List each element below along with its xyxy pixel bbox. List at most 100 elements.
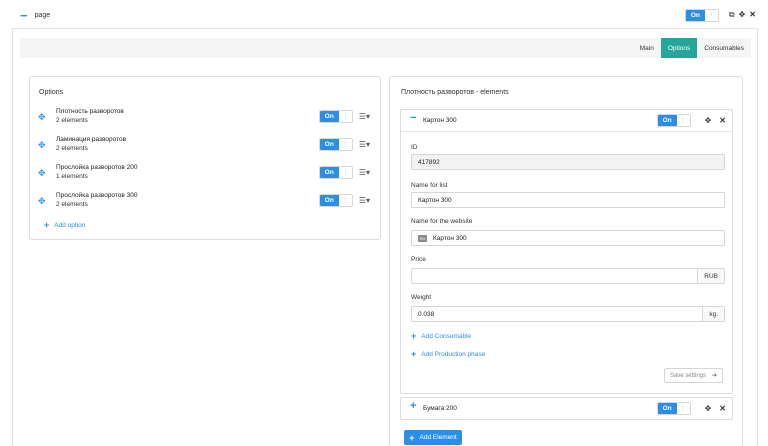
element-name: Картон 300 bbox=[423, 117, 457, 124]
drag-handle-icon[interactable]: ✥ bbox=[38, 112, 46, 123]
id-value: 417892 bbox=[418, 158, 440, 166]
close-icon[interactable]: ✕ bbox=[719, 116, 726, 125]
toggle-off-knob: ⋮ bbox=[676, 115, 690, 126]
toggle-on-label: On bbox=[319, 195, 339, 206]
menu-dropdown-icon[interactable]: ☰▾ bbox=[359, 140, 370, 149]
collapse-icon[interactable]: − bbox=[20, 9, 28, 22]
option-row[interactable]: ✥ Плотность разворотов 2 elements On ⋮ ☰… bbox=[38, 108, 370, 132]
option-row[interactable]: ✥ Прослойка разворотов 200 1 elements On… bbox=[38, 164, 370, 188]
name-for-list-input[interactable]: Картон 300 bbox=[411, 192, 725, 208]
toggle-on-label: On bbox=[657, 403, 677, 414]
name-for-website-input[interactable]: RU Картон 300 bbox=[411, 230, 725, 246]
drag-handle-icon[interactable]: ✥ bbox=[38, 140, 46, 151]
name-for-list-label: Name for list bbox=[411, 182, 448, 189]
language-flag-icon[interactable]: RU bbox=[418, 234, 427, 242]
tab-options[interactable]: Options bbox=[660, 38, 698, 58]
option-count: 2 elements bbox=[56, 117, 88, 124]
drag-handle-icon[interactable]: ✥ bbox=[38, 196, 46, 207]
name-for-website-label: Name for the website bbox=[411, 218, 473, 225]
option-name: Плотность разворотов bbox=[56, 108, 124, 115]
id-label: ID bbox=[411, 144, 418, 151]
page-title: page bbox=[34, 11, 51, 19]
add-production-phase-label: Add Production phase bbox=[421, 350, 486, 358]
weight-value: 0.038 bbox=[418, 310, 435, 318]
toggle-on-label: On bbox=[319, 111, 339, 122]
price-unit: RUB bbox=[697, 269, 724, 283]
menu-dropdown-icon[interactable]: ☰▾ bbox=[359, 112, 370, 121]
plus-icon: + bbox=[411, 331, 417, 341]
add-element-button[interactable]: + Add Element bbox=[404, 430, 462, 445]
price-input[interactable]: RUB bbox=[411, 268, 725, 284]
toggle-off-knob: ⋮ bbox=[338, 195, 352, 206]
element-card: − Картон 300 On ⋮ ✥ ✕ ID 417892 Name for… bbox=[400, 109, 733, 394]
add-production-phase-link[interactable]: + Add Production phase bbox=[411, 349, 485, 359]
option-toggle[interactable]: On ⋮ bbox=[318, 138, 353, 151]
plus-icon: + bbox=[411, 349, 417, 359]
toggle-off-knob: ⋮ bbox=[338, 167, 352, 178]
element-toggle[interactable]: On ⋮ bbox=[656, 402, 691, 415]
plus-icon: + bbox=[44, 220, 50, 230]
frame-right bbox=[757, 28, 758, 446]
collapse-icon[interactable]: − bbox=[410, 113, 416, 124]
option-toggle[interactable]: On ⋮ bbox=[318, 166, 353, 179]
move-icon[interactable]: ✥ bbox=[705, 116, 712, 125]
frame-left bbox=[12, 28, 13, 446]
option-name: Прослойка разворотов 300 bbox=[56, 192, 138, 199]
toggle-off-knob: ⋮ bbox=[338, 139, 352, 150]
toggle-on-label: On bbox=[657, 115, 677, 126]
close-icon[interactable]: ✕ bbox=[719, 404, 726, 413]
price-label: Price bbox=[411, 256, 426, 263]
add-option-label: Add option bbox=[54, 221, 86, 229]
move-icon[interactable]: ✥ bbox=[739, 11, 746, 19]
page-header: − page On ‹ ⧉ ✥ ✕ bbox=[12, 4, 756, 26]
option-toggle[interactable]: On ⋮ bbox=[318, 110, 353, 123]
save-settings-label: Save settings bbox=[669, 372, 706, 379]
options-panel: Options ✥ Плотность разворотов 2 element… bbox=[29, 76, 381, 240]
option-count: 2 elements bbox=[56, 201, 88, 208]
tabs-bar: Main Options Consumables bbox=[20, 38, 751, 58]
element-name: Бумага 200 bbox=[423, 405, 457, 412]
add-element-label: Add Element bbox=[419, 434, 457, 441]
option-toggle[interactable]: On ⋮ bbox=[318, 194, 353, 207]
option-name: Ламинация разворотов bbox=[56, 136, 127, 143]
save-icon: ➔ bbox=[712, 373, 718, 379]
toggle-off-knob: ‹ bbox=[704, 9, 718, 21]
divider bbox=[12, 28, 758, 29]
move-icon[interactable]: ✥ bbox=[705, 404, 712, 413]
drag-handle-icon[interactable]: ✥ bbox=[38, 168, 46, 179]
page-toggle[interactable]: On ‹ bbox=[684, 8, 719, 22]
option-count: 1 elements bbox=[56, 173, 88, 180]
menu-dropdown-icon[interactable]: ☰▾ bbox=[359, 196, 370, 205]
weight-label: Weight bbox=[411, 294, 432, 301]
tab-main[interactable]: Main bbox=[633, 38, 661, 58]
option-count: 2 elements bbox=[56, 145, 88, 152]
copy-icon[interactable]: ⧉ bbox=[729, 11, 735, 19]
toggle-on-label: On bbox=[319, 139, 339, 150]
close-icon[interactable]: ✕ bbox=[749, 11, 756, 19]
name-for-website-value: Картон 300 bbox=[433, 234, 467, 242]
toggle-on-label: On bbox=[319, 167, 339, 178]
menu-dropdown-icon[interactable]: ☰▾ bbox=[359, 168, 370, 177]
elements-panel-title: Плотность разворотов - elements bbox=[401, 89, 509, 96]
options-panel-title: Options bbox=[39, 89, 64, 96]
toggle-on-label: On bbox=[685, 9, 705, 21]
add-option-link[interactable]: + Add option bbox=[44, 220, 85, 230]
plus-icon: + bbox=[409, 432, 415, 443]
option-row[interactable]: ✥ Ламинация разворотов 2 elements On ⋮ ☰… bbox=[38, 136, 370, 160]
add-consumable-link[interactable]: + Add Consumable bbox=[411, 331, 471, 341]
element-toggle[interactable]: On ⋮ bbox=[656, 114, 691, 127]
option-name: Прослойка разворотов 200 bbox=[56, 164, 138, 171]
toggle-off-knob: ⋮ bbox=[338, 111, 352, 122]
name-for-list-value: Картон 300 bbox=[418, 196, 452, 204]
weight-unit: kg. bbox=[702, 307, 724, 321]
toggle-off-knob: ⋮ bbox=[676, 403, 690, 414]
save-settings-button[interactable]: Save settings ➔ bbox=[664, 368, 723, 383]
expand-icon[interactable]: + bbox=[410, 401, 416, 412]
option-row[interactable]: ✥ Прослойка разворотов 300 2 elements On… bbox=[38, 192, 370, 216]
weight-input[interactable]: 0.038 kg. bbox=[411, 306, 725, 322]
element-card-header: − Картон 300 On ⋮ ✥ ✕ bbox=[401, 110, 732, 132]
tab-consumables[interactable]: Consumables bbox=[697, 38, 751, 58]
id-field: 417892 bbox=[411, 154, 725, 170]
element-card: + Бумага 200 On ⋮ ✥ ✕ bbox=[400, 397, 733, 420]
add-consumable-label: Add Consumable bbox=[421, 332, 472, 340]
